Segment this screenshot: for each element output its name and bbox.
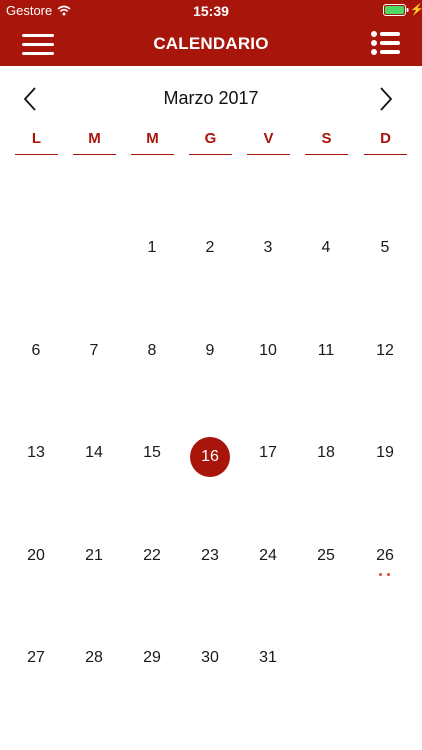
weekday-label: D	[364, 130, 407, 155]
day-cell[interactable]: 19	[365, 433, 405, 473]
battery-icon	[383, 4, 409, 19]
weekday-label: G	[189, 130, 232, 155]
day-cell[interactable]: 29	[132, 638, 172, 678]
day-cell[interactable]: 4	[306, 228, 346, 268]
day-cell[interactable]: 23	[190, 536, 230, 576]
weekday-label: V	[247, 130, 290, 155]
nav-bar: CALENDARIO	[0, 22, 422, 66]
day-cell[interactable]: 20	[16, 536, 56, 576]
day-cell[interactable]: 3	[248, 228, 288, 268]
day-cell[interactable]: 17	[248, 433, 288, 473]
day-cell[interactable]: 26	[365, 536, 405, 576]
day-cell[interactable]: 28	[74, 638, 114, 678]
day-cell-today[interactable]: 16	[190, 437, 230, 477]
day-cell[interactable]: 30	[190, 638, 230, 678]
day-cell[interactable]: 1	[132, 228, 172, 268]
event-dots-icon	[378, 573, 392, 577]
day-cell[interactable]: 14	[74, 433, 114, 473]
day-cell[interactable]: 8	[132, 331, 172, 371]
page-title: CALENDARIO	[153, 34, 269, 53]
month-header: Marzo 2017	[0, 82, 422, 116]
day-cell[interactable]: 22	[132, 536, 172, 576]
status-time: 15:39	[193, 3, 229, 19]
weekday-label: M	[131, 130, 174, 155]
weekday-label: M	[73, 130, 116, 155]
day-cell[interactable]: 15	[132, 433, 172, 473]
day-cell[interactable]: 24	[248, 536, 288, 576]
day-cell[interactable]: 12	[365, 331, 405, 371]
weekday-label: L	[15, 130, 58, 155]
list-view-icon[interactable]	[370, 29, 404, 59]
day-cell[interactable]: 5	[365, 228, 405, 268]
chevron-right-icon[interactable]	[378, 86, 402, 112]
charging-icon: ⚡	[410, 4, 422, 16]
top-bar: Gestore 15:39 ⚡ CALENDARIO	[0, 0, 422, 66]
day-cell[interactable]: 18	[306, 433, 346, 473]
day-cell[interactable]: 31	[248, 638, 288, 678]
day-cell[interactable]: 7	[74, 331, 114, 371]
weekday-label: S	[305, 130, 348, 155]
month-title: Marzo 2017	[163, 88, 259, 108]
day-cell[interactable]: 2	[190, 228, 230, 268]
day-cell[interactable]: 6	[16, 331, 56, 371]
day-cell[interactable]: 9	[190, 331, 230, 371]
status-bar: Gestore 15:39 ⚡	[0, 0, 422, 22]
day-cell[interactable]: 27	[16, 638, 56, 678]
day-cell[interactable]: 10	[248, 331, 288, 371]
day-cell[interactable]: 25	[306, 536, 346, 576]
day-cell[interactable]: 13	[16, 433, 56, 473]
day-cell[interactable]: 11	[306, 331, 346, 371]
day-cell[interactable]: 21	[74, 536, 114, 576]
